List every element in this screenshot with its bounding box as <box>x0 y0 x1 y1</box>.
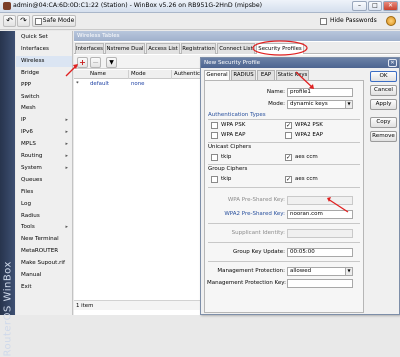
arrow-wpa2-key-line <box>327 198 349 213</box>
security-profiles-highlight <box>252 40 308 56</box>
arrow-name <box>295 71 314 89</box>
annotation-overlay <box>65 40 349 213</box>
